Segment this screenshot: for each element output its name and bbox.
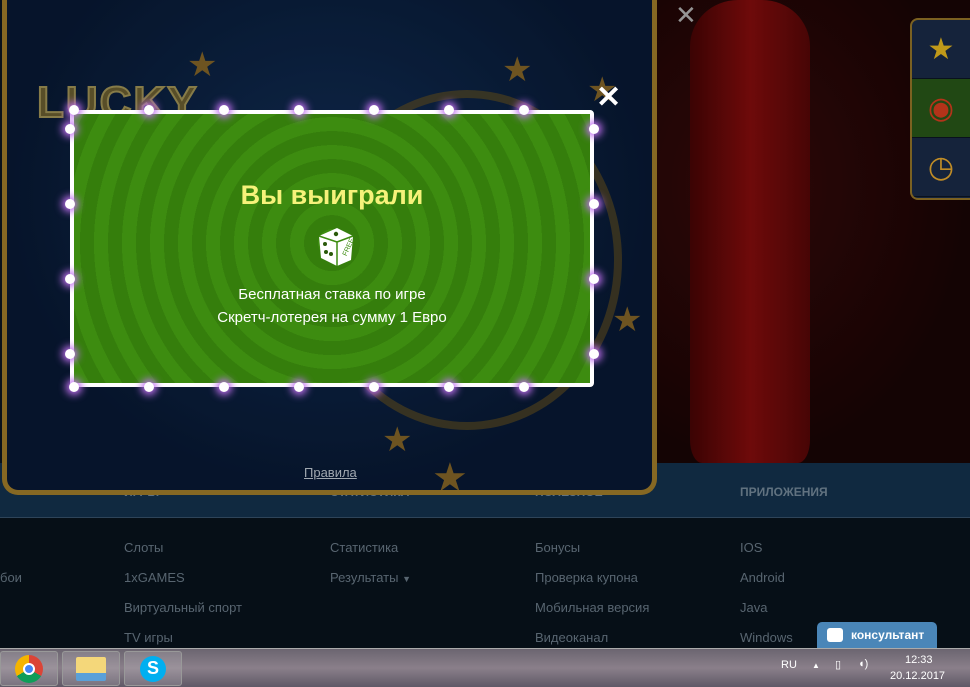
light-bulb bbox=[369, 105, 379, 115]
network-icon[interactable]: ▯ bbox=[835, 658, 841, 671]
taskbar-skype[interactable]: S bbox=[124, 651, 182, 686]
consultant-label: консультант bbox=[851, 628, 925, 642]
light-bulb bbox=[444, 382, 454, 392]
light-bulb bbox=[444, 105, 454, 115]
prize-line-2: Скретч-лотерея на сумму 1 Евро bbox=[217, 309, 447, 326]
light-bulb bbox=[294, 382, 304, 392]
taskbar-chrome[interactable] bbox=[0, 651, 58, 686]
clock-date[interactable]: 20.12.2017 bbox=[890, 670, 945, 682]
windows-taskbar: S RU ▲ ▯ ◖) 12:33 20.12.2017 bbox=[0, 648, 970, 687]
chat-bubble-icon bbox=[827, 628, 843, 642]
light-bulb bbox=[144, 382, 154, 392]
light-bulb bbox=[65, 274, 75, 284]
rules-link[interactable]: Правила bbox=[304, 465, 357, 480]
light-bulb bbox=[219, 105, 229, 115]
prize-line-1: Бесплатная ставка по игре bbox=[238, 286, 426, 303]
skype-icon: S bbox=[140, 655, 166, 682]
light-bulb bbox=[69, 105, 79, 115]
light-bulb bbox=[589, 274, 599, 284]
light-bulb bbox=[519, 382, 529, 392]
light-bulb bbox=[589, 199, 599, 209]
light-bulb bbox=[294, 105, 304, 115]
language-indicator[interactable]: RU bbox=[781, 659, 797, 671]
light-bulb bbox=[519, 105, 529, 115]
light-bulb bbox=[65, 349, 75, 359]
light-bulb bbox=[69, 382, 79, 392]
light-bulb bbox=[589, 349, 599, 359]
volume-icon[interactable]: ◖) bbox=[858, 658, 868, 670]
light-bulb bbox=[219, 382, 229, 392]
consultant-chat-button[interactable]: консультант bbox=[817, 622, 937, 648]
folder-icon bbox=[76, 656, 106, 681]
modal-close-button[interactable]: ✕ bbox=[596, 80, 621, 115]
light-bulb bbox=[144, 105, 154, 115]
light-bulb bbox=[65, 199, 75, 209]
chrome-icon bbox=[15, 654, 43, 683]
light-bulb bbox=[369, 382, 379, 392]
free-dice-icon: FREE bbox=[318, 228, 356, 266]
show-hidden-icons[interactable]: ▲ bbox=[812, 661, 820, 670]
modal-title: Вы выиграли bbox=[240, 180, 424, 210]
light-bulb bbox=[589, 124, 599, 134]
clock-time[interactable]: 12:33 bbox=[905, 654, 933, 666]
taskbar-file-explorer[interactable] bbox=[62, 651, 120, 686]
light-bulb bbox=[65, 124, 75, 134]
win-modal: Вы выиграли FREE Бесплатная ставка по иг… bbox=[65, 105, 599, 392]
